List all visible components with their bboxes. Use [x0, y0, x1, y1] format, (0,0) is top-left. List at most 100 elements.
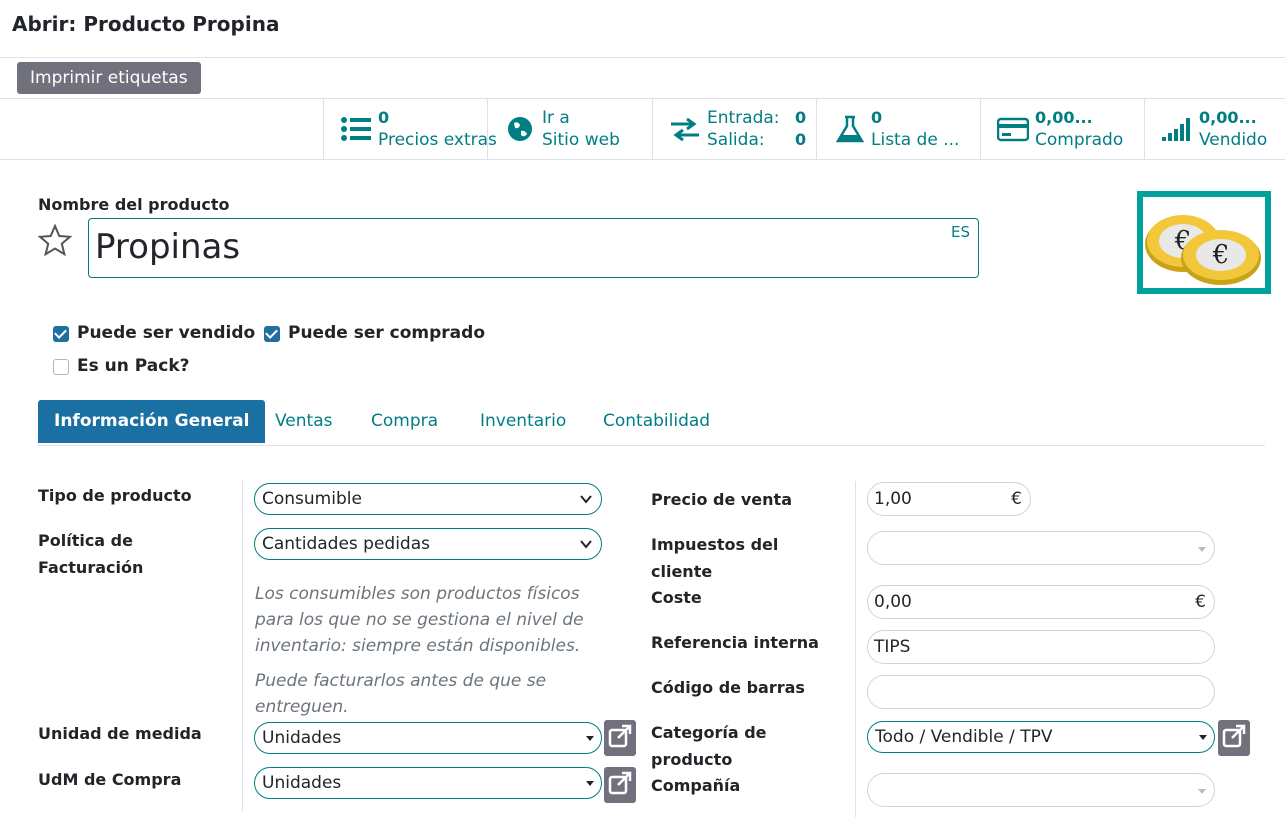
invoice-policy-value: Cantidades pedidas	[262, 534, 430, 554]
product-name-value: Propinas	[95, 227, 241, 267]
svg-text:€: €	[1212, 240, 1230, 270]
invoice-policy-label-2: Facturación	[38, 558, 144, 577]
product-name-label: Nombre del producto	[38, 195, 230, 214]
print-labels-button[interactable]: Imprimir etiquetas	[17, 62, 201, 94]
dropdown-caret-icon	[1199, 735, 1207, 740]
purchase-uom-value: Unidades	[262, 773, 342, 793]
purchase-uom-select[interactable]: Unidades	[254, 767, 602, 799]
is-pack-checkbox[interactable]	[53, 359, 69, 375]
moves-in-label: Entrada:	[707, 108, 780, 128]
tab-accounting[interactable]: Contabilidad	[603, 400, 710, 443]
bom-button[interactable]: 0 Lista de ...	[816, 99, 981, 159]
exchange-icon	[671, 117, 699, 142]
title-bar: Abrir: Producto Propina	[0, 0, 1285, 58]
sale-price-input[interactable]: 1,00 €	[867, 482, 1031, 516]
external-link-icon	[1222, 724, 1246, 748]
tab-general-info[interactable]: Información General	[38, 400, 266, 443]
purchase-uom-label: UdM de Compra	[38, 770, 182, 789]
internal-ref-value: TIPS	[874, 637, 911, 657]
cost-input[interactable]: 0,00 €	[867, 585, 1215, 619]
product-name-input[interactable]: Propinas ES	[88, 218, 979, 278]
category-value: Todo / Vendible / TPV	[875, 727, 1053, 747]
currency-symbol: €	[1011, 489, 1022, 509]
currency-symbol: €	[1195, 592, 1206, 612]
uom-label: Unidad de medida	[38, 724, 202, 743]
website-line1: Ir a	[542, 108, 570, 128]
cost-value: 0,00	[874, 592, 912, 612]
sold-button[interactable]: 0,00... Vendido	[1144, 99, 1285, 159]
page-title: Abrir: Producto Propina	[12, 12, 280, 36]
moves-out-value: 0	[795, 130, 807, 149]
website-line2: Sitio web	[542, 130, 620, 150]
invoice-policy-label-1: Política de	[38, 531, 133, 550]
invoice-policy-help: Puede facturarlos antes de que se entreg…	[255, 671, 547, 717]
chevron-down-icon	[580, 540, 592, 549]
sold-value: 0,00...	[1199, 108, 1257, 127]
barcode-input[interactable]	[867, 675, 1215, 709]
can-be-sold-label: Puede ser vendido	[77, 323, 256, 343]
column-divider	[855, 481, 856, 817]
moves-in-value: 0	[795, 108, 807, 127]
language-button[interactable]: ES	[951, 223, 970, 241]
dropdown-caret-icon	[586, 781, 594, 786]
purchase-uom-external-link-button[interactable]	[604, 767, 636, 803]
customer-taxes-label-2: cliente	[651, 562, 713, 581]
category-external-link-button[interactable]	[1218, 720, 1250, 756]
bom-label: Lista de ...	[871, 130, 960, 150]
customer-taxes-input[interactable]	[867, 531, 1215, 565]
internal-ref-label: Referencia interna	[651, 633, 819, 652]
company-label: Compañía	[651, 776, 741, 795]
category-label-2: producto	[651, 750, 733, 769]
tab-sales[interactable]: Ventas	[275, 400, 332, 443]
can-be-purchased-label: Puede ser comprado	[288, 323, 486, 343]
category-select[interactable]: Todo / Vendible / TPV	[867, 721, 1215, 753]
extra-prices-button[interactable]: 0 Precios extras	[323, 99, 497, 159]
extra-prices-label: Precios extras	[378, 130, 497, 150]
can-be-purchased-checkbox[interactable]	[264, 326, 280, 342]
sale-price-value: 1,00	[874, 489, 912, 509]
tab-inventory[interactable]: Inventario	[480, 400, 566, 443]
flask-icon	[835, 115, 865, 143]
product-image[interactable]: € €	[1137, 191, 1271, 294]
sold-label: Vendido	[1199, 130, 1268, 150]
sale-price-label: Precio de venta	[651, 490, 792, 509]
purchased-label: Comprado	[1035, 130, 1124, 150]
euro-coins-icon: € €	[1145, 215, 1261, 285]
globe-icon	[508, 117, 532, 141]
column-divider	[242, 481, 243, 811]
uom-external-link-button[interactable]	[604, 720, 636, 756]
product-type-label: Tipo de producto	[38, 486, 192, 505]
extra-prices-value: 0	[378, 108, 390, 127]
category-label-1: Categoría de	[651, 723, 767, 742]
invoice-policy-select[interactable]: Cantidades pedidas	[254, 528, 602, 560]
moves-out-label: Salida:	[707, 130, 765, 150]
website-button[interactable]: Ir a Sitio web	[487, 99, 652, 159]
signal-bars-icon	[1162, 118, 1190, 141]
purchased-button[interactable]: 0,00... Comprado	[980, 99, 1145, 159]
internal-ref-input[interactable]: TIPS	[867, 630, 1215, 664]
stock-moves-button[interactable]: Entrada: 0 Salida: 0	[652, 99, 817, 159]
tab-purchase[interactable]: Compra	[371, 400, 438, 443]
product-type-value: Consumible	[262, 489, 362, 509]
dropdown-caret-icon	[586, 736, 594, 741]
bom-value: 0	[871, 108, 883, 127]
cost-label: Coste	[651, 588, 702, 607]
product-type-help: Los consumibles son productos físicos pa…	[255, 584, 584, 656]
chevron-down-icon	[580, 495, 592, 504]
uom-select[interactable]: Unidades	[254, 722, 602, 754]
external-link-icon	[608, 724, 632, 748]
dropdown-caret-icon	[1198, 547, 1206, 552]
smart-buttons-bar: 0 Precios extras Ir a Sitio web Entrada:…	[0, 98, 1285, 160]
list-icon	[341, 117, 371, 141]
star-icon[interactable]	[38, 224, 72, 258]
notebook-tabs: Información General Ventas Compra Invent…	[38, 400, 1265, 446]
credit-card-icon	[997, 117, 1029, 142]
uom-value: Unidades	[262, 728, 342, 748]
dropdown-caret-icon	[1198, 789, 1206, 794]
company-input[interactable]	[867, 773, 1215, 807]
barcode-label: Código de barras	[651, 678, 805, 697]
customer-taxes-label-1: Impuestos del	[651, 535, 779, 554]
product-type-select[interactable]: Consumible	[254, 483, 602, 515]
is-pack-label: Es un Pack?	[77, 356, 190, 376]
can-be-sold-checkbox[interactable]	[53, 326, 69, 342]
